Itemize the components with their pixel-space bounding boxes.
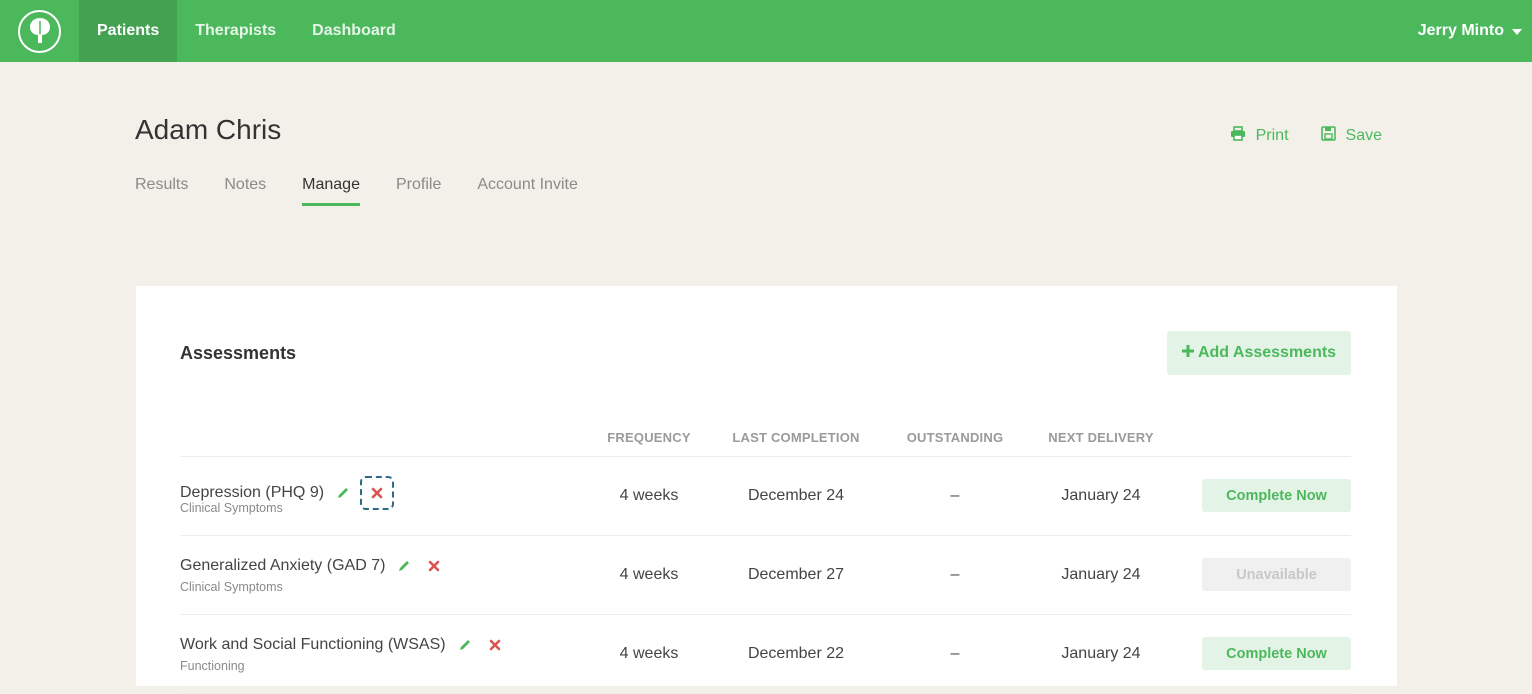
nav-item-dashboard[interactable]: Dashboard: [294, 0, 414, 62]
header-actions: Print Save: [1230, 126, 1382, 146]
assessment-name: Generalized Anxiety (GAD 7): [180, 557, 386, 574]
table-row: Depression (PHQ 9) Clinical Symptoms 4 w…: [180, 457, 1351, 536]
print-button[interactable]: Print: [1230, 126, 1289, 146]
tab-profile[interactable]: Profile: [396, 176, 441, 206]
assessment-name-cell: Generalized Anxiety (GAD 7): [180, 555, 445, 577]
last-completion-cell: December 24: [747, 487, 845, 504]
tab-results[interactable]: Results: [135, 176, 188, 206]
frequency-cell: 4 weeks: [619, 487, 679, 504]
assessment-category: Functioning: [180, 659, 245, 673]
plus-icon: [1181, 344, 1194, 362]
user-menu[interactable]: Jerry Minto: [1418, 0, 1522, 62]
assessment-name: Depression (PHQ 9): [180, 484, 325, 501]
last-completion-cell: December 22: [747, 645, 845, 662]
print-label: Print: [1255, 127, 1289, 144]
assessments-table: FREQUENCY LAST COMPLETION OUTSTANDING NE…: [180, 426, 1351, 694]
tab-notes[interactable]: Notes: [224, 176, 266, 206]
assessment-name-cell: Work and Social Functioning (WSAS): [180, 634, 506, 656]
next-delivery-cell: January 24: [1061, 566, 1141, 583]
outstanding-cell: –: [950, 645, 960, 662]
table-header: FREQUENCY LAST COMPLETION OUTSTANDING NE…: [180, 426, 1351, 457]
patient-tabs: Results Notes Manage Profile Account Inv…: [135, 176, 578, 206]
nav-item-patients[interactable]: Patients: [79, 0, 178, 62]
save-label: Save: [1345, 127, 1382, 144]
save-button[interactable]: Save: [1320, 126, 1382, 146]
top-nav-bar: Patients Therapists Dashboard Jerry Mint…: [0, 0, 1532, 62]
add-assessments-label: Add Assessments: [1197, 344, 1337, 361]
tab-account-invite[interactable]: Account Invite: [477, 176, 578, 206]
tree-logo-icon: [18, 9, 61, 53]
delete-x-icon[interactable]: [484, 634, 506, 656]
delete-x-icon[interactable]: [360, 476, 395, 510]
caret-down-icon: [1512, 29, 1522, 35]
column-last-completion: LAST COMPLETION: [732, 430, 860, 445]
edit-pencil-icon[interactable]: [332, 482, 354, 504]
assessment-name: Work and Social Functioning (WSAS): [180, 636, 446, 653]
nav-item-therapists[interactable]: Therapists: [177, 0, 294, 62]
frequency-cell: 4 weeks: [619, 645, 679, 662]
assessments-card: Assessments Add Assessments FREQUENCY LA…: [136, 286, 1397, 694]
complete-now-button[interactable]: Complete Now: [1202, 479, 1351, 512]
page-title: Adam Chris: [135, 114, 282, 145]
column-frequency: FREQUENCY: [607, 430, 691, 445]
delete-x-icon[interactable]: [423, 555, 445, 577]
edit-pencil-icon[interactable]: [454, 634, 476, 656]
floppy-disk-icon: [1320, 126, 1336, 146]
outstanding-cell: –: [950, 487, 960, 504]
outstanding-cell: –: [950, 566, 960, 583]
add-assessments-button[interactable]: Add Assessments: [1167, 331, 1351, 375]
last-completion-cell: December 27: [747, 566, 845, 583]
logo[interactable]: [0, 0, 79, 62]
column-outstanding: OUTSTANDING: [906, 430, 1004, 445]
complete-now-button[interactable]: Complete Now: [1202, 637, 1351, 670]
tab-manage[interactable]: Manage: [302, 176, 360, 206]
table-row: Work and Social Functioning (WSAS) Funct…: [180, 615, 1351, 694]
next-delivery-cell: January 24: [1061, 645, 1141, 662]
user-name: Jerry Minto: [1417, 22, 1504, 39]
assessment-category: Clinical Symptoms: [180, 501, 283, 515]
frequency-cell: 4 weeks: [619, 566, 679, 583]
unavailable-button: Unavailable: [1202, 558, 1351, 591]
column-next-delivery: NEXT DELIVERY: [1048, 430, 1154, 445]
next-delivery-cell: January 24: [1061, 487, 1141, 504]
edit-pencil-icon[interactable]: [393, 555, 415, 577]
assessments-title: Assessments: [180, 343, 297, 363]
table-row: Generalized Anxiety (GAD 7) Clinical Sym…: [180, 536, 1351, 615]
assessment-category: Clinical Symptoms: [180, 580, 283, 594]
printer-icon: [1230, 126, 1246, 146]
